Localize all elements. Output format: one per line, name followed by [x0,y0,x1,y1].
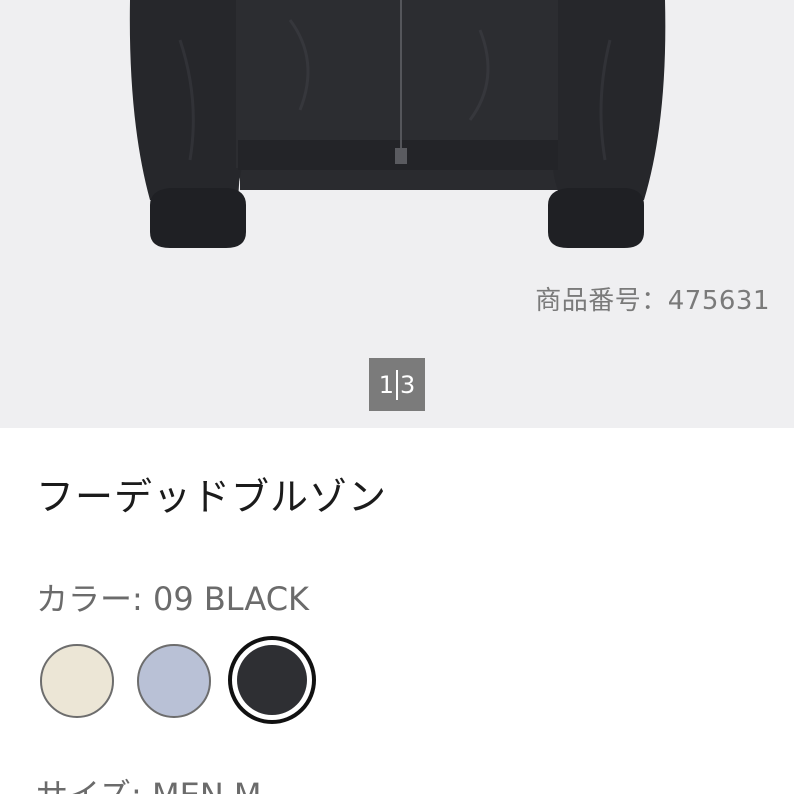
product-page: 商品番号：475631 1 3 フーデッドブルゾン カラー: 09 BLACK … [0,0,794,794]
product-title: フーデッドブルゾン [36,475,388,519]
pager-total: 3 [400,370,416,399]
color-swatch-black-selected[interactable] [228,636,316,724]
product-image-gallery[interactable]: 商品番号：475631 1 3 [0,0,794,428]
color-swatch-black-fill [237,645,307,715]
size-label: サイズ: MEN M [36,770,262,794]
color-swatch-blue[interactable] [137,644,211,718]
image-pager[interactable]: 1 3 [369,358,425,411]
color-label: カラー: 09 BLACK [36,580,310,618]
pager-divider [396,369,398,400]
color-swatch-natural[interactable] [40,644,114,718]
product-code: 商品番号：475631 [535,286,770,316]
pager-current: 1 [378,370,394,399]
